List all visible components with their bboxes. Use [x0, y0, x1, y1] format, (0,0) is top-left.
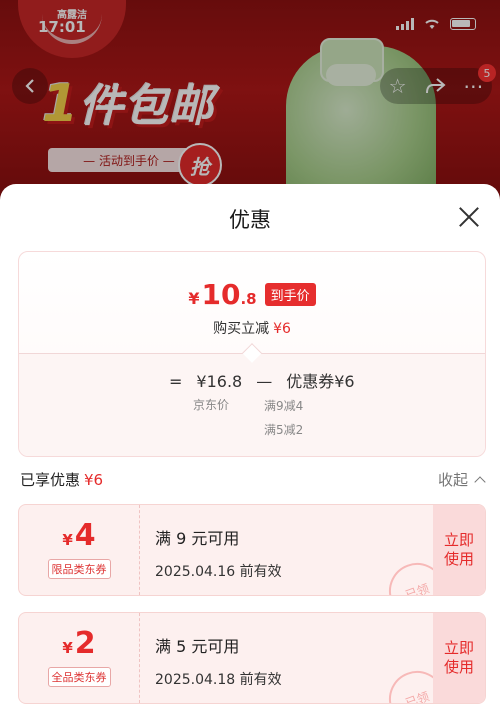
final-price-integer: 10	[201, 278, 241, 311]
coupon-rule: 满9减4	[264, 399, 304, 413]
coupon-total: 优惠券¥6	[286, 372, 355, 391]
instant-discount-value: ¥6	[273, 321, 291, 337]
collapse-button[interactable]: 收起	[437, 469, 486, 490]
coupon-expiry: 2025.04.18 前有效	[155, 672, 282, 688]
chevron-up-icon	[474, 475, 486, 488]
coupon-currency: ¥	[62, 531, 73, 549]
coupon-amount: ¥2	[62, 629, 95, 659]
coupon-value: ¥4 限品类东券	[19, 505, 139, 595]
enjoyed-label: 已享优惠	[20, 471, 81, 489]
final-currency: ¥	[188, 289, 200, 308]
enjoyed-value: ¥6	[84, 471, 104, 489]
use-coupon-button[interactable]: 立即 使用	[433, 505, 485, 595]
coupon-card: ¥2 全品类东券 满 5 元可用 2025.04.18 前有效 已领 立即 使用	[18, 612, 486, 704]
coupon-expiry: 2025.04.16 前有效	[155, 564, 282, 580]
coupon-details: 满 9 元可用 2025.04.16 前有效	[155, 525, 282, 581]
final-price-decimal: .8	[240, 290, 257, 308]
coupon-separator	[139, 613, 140, 703]
coupon-amount-number: 2	[74, 626, 96, 661]
final-price: ¥ 10 .8 到手价	[19, 278, 485, 311]
coupon-card: ¥4 限品类东券 满 9 元可用 2025.04.16 前有效 已领 立即 使用	[18, 504, 486, 596]
coupon-amount-number: 4	[74, 518, 96, 553]
equals-sign: =	[169, 372, 183, 391]
instant-discount: 购买立减 ¥6	[19, 318, 485, 338]
final-price-tag: 到手价	[264, 283, 316, 306]
coupon-amount: ¥4	[62, 521, 95, 551]
coupon-condition: 满 9 元可用	[155, 529, 240, 548]
coupon-details: 满 5 元可用 2025.04.18 前有效	[155, 633, 282, 689]
price-breakdown-card: ¥ 10 .8 到手价 购买立减 ¥6 = ¥16.8 — 优惠券¥6 京东价 满…	[18, 251, 486, 457]
coupon-currency: ¥	[62, 639, 73, 657]
collapse-label: 收起	[437, 471, 468, 489]
jd-price-label: 京东价	[193, 398, 230, 412]
coupon-type: 限品类东券	[47, 559, 111, 579]
coupon-rule: 满5减2	[264, 423, 304, 437]
close-icon[interactable]	[458, 206, 480, 228]
sheet-title: 优惠	[229, 208, 271, 232]
coupon-condition: 满 5 元可用	[155, 637, 240, 656]
price-equation: = ¥16.8 — 优惠券¥6	[169, 368, 355, 392]
minus-sign: —	[256, 372, 273, 391]
coupon-separator	[139, 505, 140, 595]
instant-discount-label: 购买立减	[213, 321, 270, 337]
use-coupon-button[interactable]: 立即 使用	[433, 613, 485, 703]
coupon-type: 全品类东券	[47, 667, 111, 687]
enjoyed-discount: 已享优惠 ¥6	[20, 469, 103, 490]
coupon-value: ¥2 全品类东券	[19, 613, 139, 703]
jd-price-value: ¥16.8	[196, 372, 243, 391]
discount-sheet: 优惠 ¥ 10 .8 到手价 购买立减 ¥6 = ¥16.8 — 优惠券¥6 京东…	[0, 184, 500, 724]
